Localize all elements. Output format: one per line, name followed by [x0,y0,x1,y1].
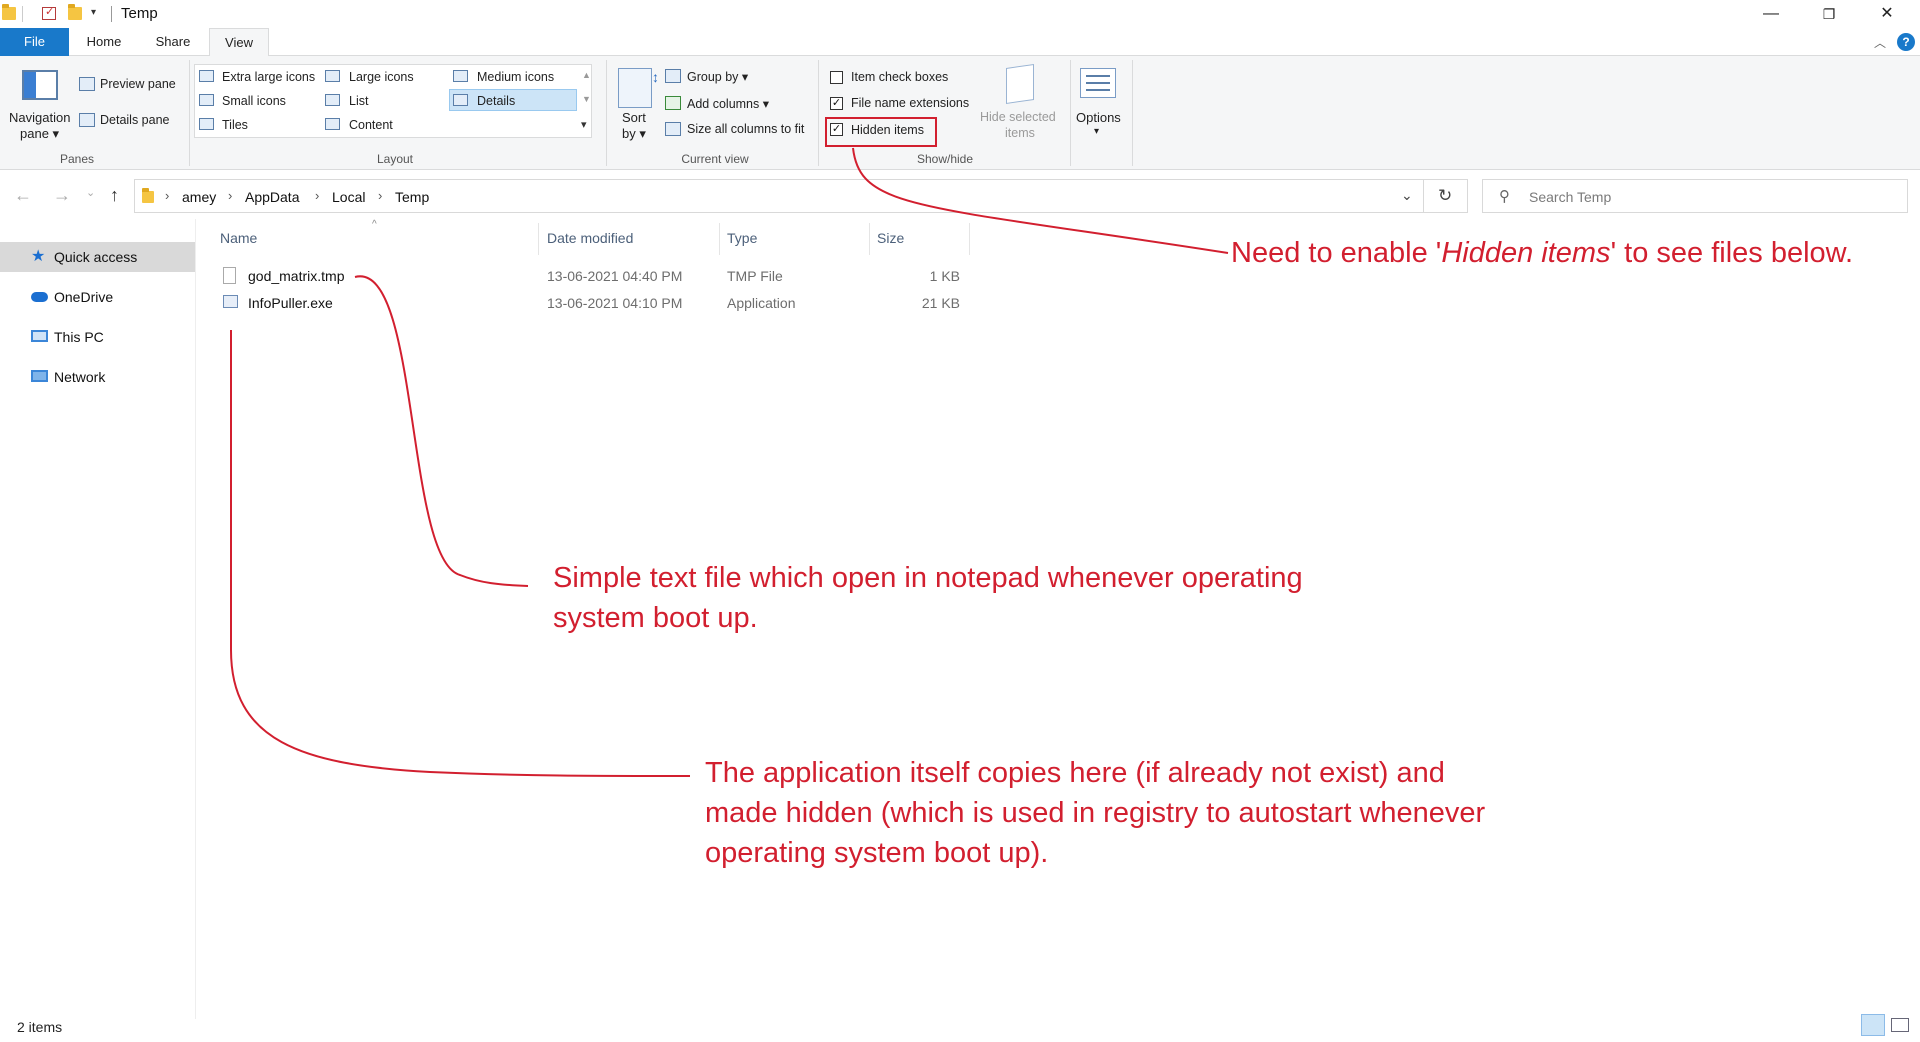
annotation-line: made hidden (which is used in registry t… [705,797,1486,829]
annotation-infopuller: The application itself copies here (if a… [705,753,1485,873]
annotation-arrows [230,147,1229,777]
annotation-line: The application itself copies here (if a… [705,757,1445,789]
arrow-hidden-items [852,147,1229,254]
annotation-hidden-items: Need to enable 'Hidden items' to see fil… [1231,237,1854,269]
arrow-god-matrix [354,275,529,587]
annotation-line: system boot up. [553,602,758,634]
annotation-god-matrix: Simple text file which open in notepad w… [553,558,1303,638]
annotation-line: Simple text file which open in notepad w… [553,562,1303,594]
annotation-line: operating system boot up). [705,837,1049,869]
arrow-infopuller [230,330,691,777]
